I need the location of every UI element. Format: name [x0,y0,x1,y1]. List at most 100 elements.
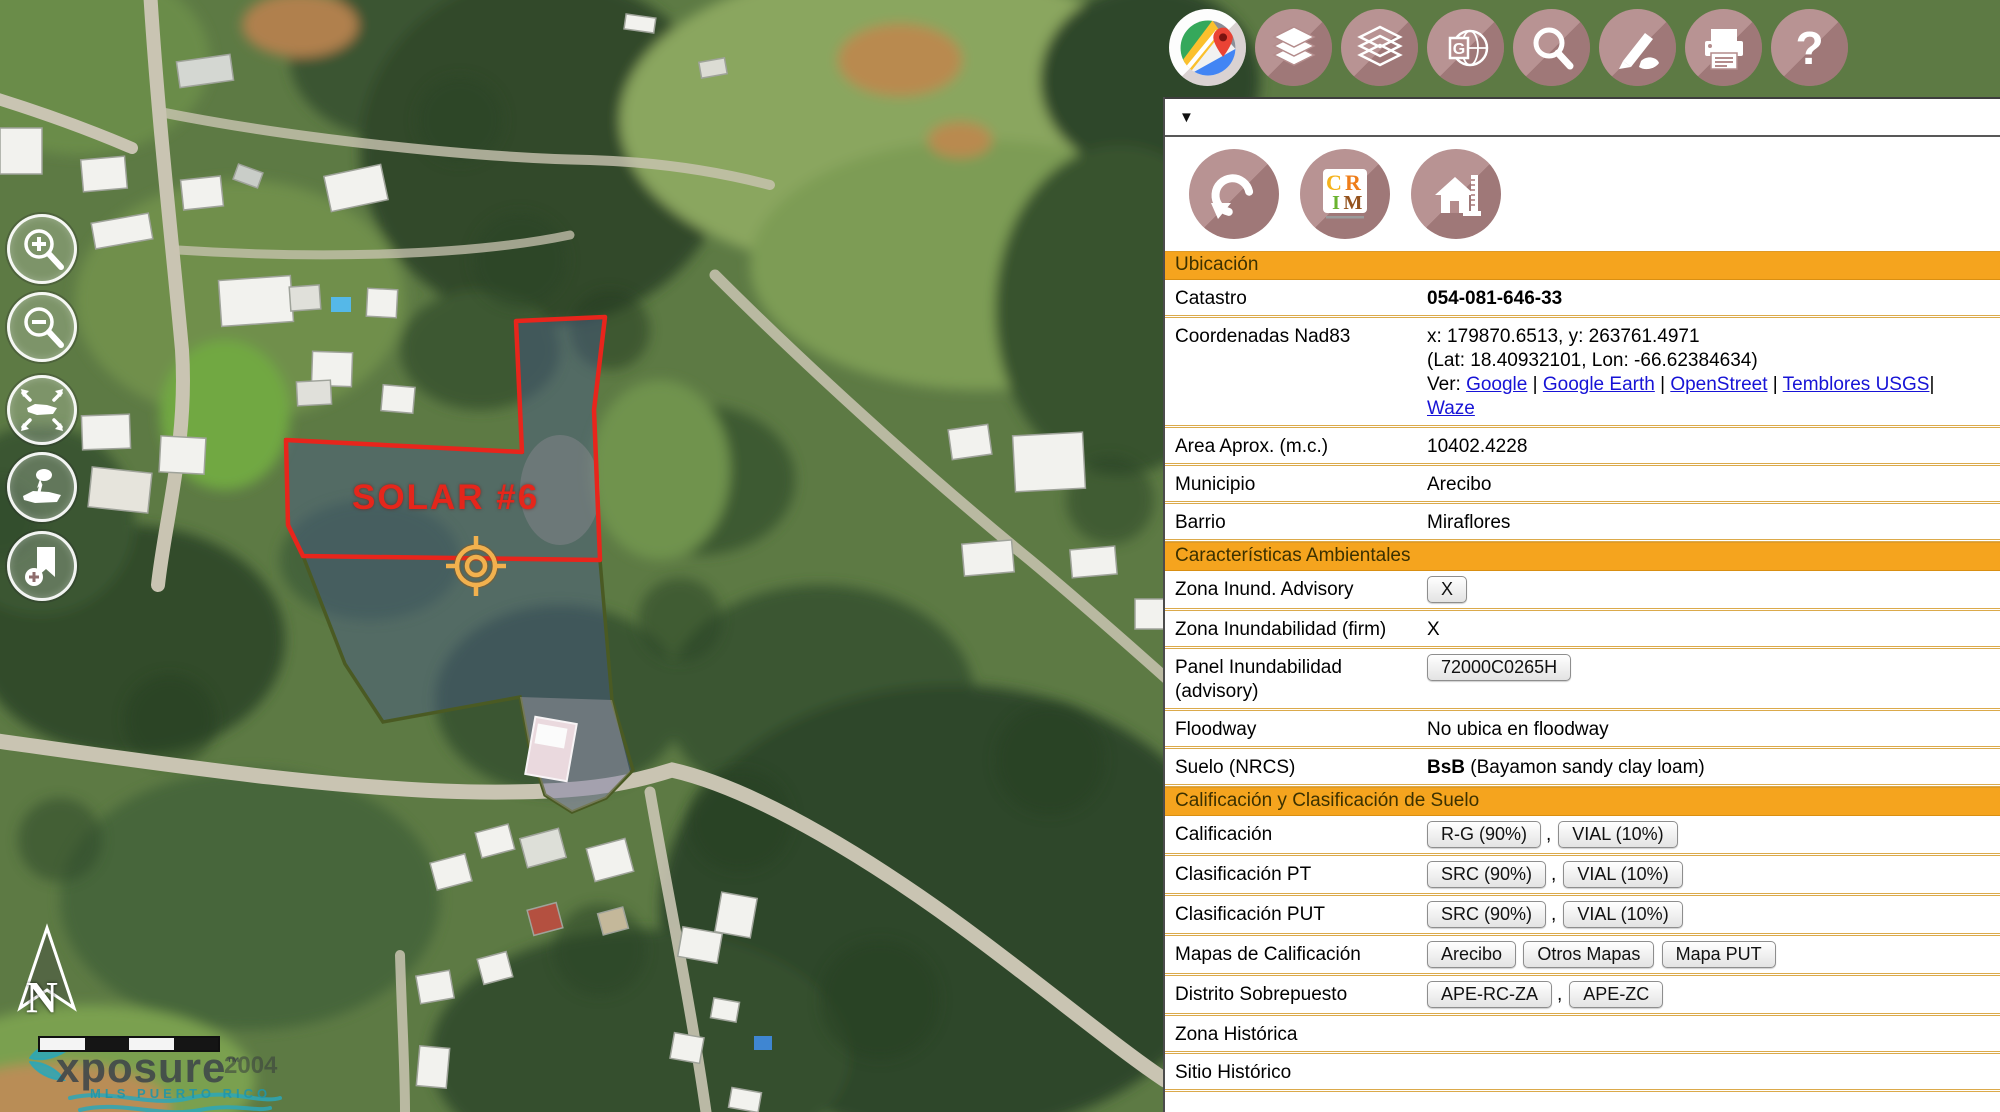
btn-x[interactable]: X [1427,576,1467,603]
btn-vial-10[interactable]: VIAL (10%) [1563,901,1682,928]
layers-outline-icon [1355,23,1405,73]
coords-xy: x: 179870.6513, y: 263761.4971 [1427,325,2000,349]
watermark-subtitle: MLS PUERTO RICO [90,1086,271,1101]
btn-mapa-put[interactable]: Mapa PUT [1662,941,1776,968]
pushpin-island-icon [13,458,71,516]
btn-72000c0265h[interactable]: 72000C0265H [1427,654,1571,681]
zoom-in-button[interactable] [7,214,77,284]
row-label: Suelo (NRCS) [1175,753,1427,780]
draw-pencil-icon [1611,21,1665,75]
table-row-floodway: FloodwayNo ubica en floodway [1165,711,2000,749]
row-label: Mapas de Calificación [1175,940,1427,967]
google-maps-button[interactable] [1169,9,1246,86]
zoom-in-icon [13,220,71,278]
btn-ape-rc-za[interactable]: APE-RC-ZA [1427,981,1552,1008]
table-row-clasificacion-pt: Clasificación PTSRC (90%),VIAL (10%) [1165,856,2000,896]
table-row-zona-inund-advisory: Zona Inund. AdvisoryX [1165,571,2000,611]
layers-filled-icon [1269,23,1319,73]
google-maps-icon [1177,17,1239,79]
draw-button[interactable] [1599,9,1676,86]
table-row-zona-inundabilidad-firm: Zona Inundabilidad (firm)X [1165,611,2000,649]
link-openstreet[interactable]: OpenStreet [1670,374,1767,395]
btn-vial-10[interactable]: VIAL (10%) [1558,821,1677,848]
full-extent-button[interactable] [7,375,77,445]
table-row-zona-historica: Zona Histórica [1165,1016,2000,1054]
search-icon [1525,21,1579,75]
search-button[interactable] [1513,9,1590,86]
svg-text:M: M [1344,192,1363,214]
row-label: Floodway [1175,715,1427,742]
table-row-suelo-nrcs: Suelo (NRCS)BsB (Bayamon sandy clay loam… [1165,749,2000,787]
pin-location-button[interactable] [7,452,77,522]
table-row-barrio: BarrioMiraflores [1165,504,2000,542]
link-google-earth[interactable]: Google Earth [1543,374,1655,395]
globe-g-icon: G [1440,22,1492,74]
row-label: Coordenadas Nad83 [1175,322,1427,349]
help-button[interactable]: ? [1771,9,1848,86]
section-header-caracteristicas-ambientales: Características Ambientales [1165,542,2000,571]
btn-src-90[interactable]: SRC (90%) [1427,901,1546,928]
row-value: Plan de Uso de TerrenosReglamento Conjun… [1427,1108,2000,1112]
row-value: APE-RC-ZA,APE-ZC [1427,980,2000,1009]
row-value: Arecibo [1427,470,2000,497]
table-row-panel-inundabilidad-advisory: Panel Inundabilidad (advisory)72000C0265… [1165,649,2000,711]
add-bookmark-button[interactable] [7,531,77,601]
crim-logo-icon: C R I M [1312,161,1378,227]
row-value: 10402.4228 [1427,432,2000,459]
row-label: Zona Inund. Advisory [1175,575,1427,602]
row-label: Distrito Sobrepuesto [1175,980,1427,1007]
house-measure-button[interactable] [1411,149,1501,239]
row-value: 72000C0265H [1427,653,2000,682]
table-row-reglamento-aplicable: Reglamento AplicablePlan de Uso de Terre… [1165,1092,2000,1112]
help-icon: ? [1795,21,1823,75]
table-row-coordenadas-nad83: Coordenadas Nad83x: 179870.6513, y: 2637… [1165,318,2000,428]
row-label: Catastro [1175,284,1427,311]
print-button[interactable] [1685,9,1762,86]
row-value: BsB (Bayamon sandy clay loam) [1427,753,2000,780]
property-detail-table: UbicaciónCatastro054-081-646-33Coordenad… [1165,251,2000,1112]
row-value: Arecibo Otros Mapas Mapa PUT [1427,940,2000,969]
history-arrow-button[interactable] [1189,149,1279,239]
parcel-label: SOLAR #6 [352,478,539,518]
bookmark-plus-icon [13,537,71,595]
row-label: Municipio [1175,470,1427,497]
panel-collapse-bar[interactable]: ▼ [1165,97,2000,137]
row-label: Zona Histórica [1175,1020,1427,1047]
value-text-bold: BsB [1427,757,1465,778]
row-value: R-G (90%),VIAL (10%) [1427,820,2000,849]
btn-r-g-90[interactable]: R-G (90%) [1427,821,1541,848]
zoom-out-button[interactable] [7,292,77,362]
table-row-clasificacion-put: Clasificación PUTSRC (90%),VIAL (10%) [1165,896,2000,936]
coords-latlon: (Lat: 18.40932101, Lon: -66.62384634) [1427,349,2000,373]
globe-gis-button[interactable]: G [1427,9,1504,86]
chevron-down-icon[interactable]: ▼ [1179,110,1194,125]
row-value: Miraflores [1427,508,2000,535]
btn-arecibo[interactable]: Arecibo [1427,941,1516,968]
main-toolbar: G ? [1169,9,1848,86]
row-value: SRC (90%), VIAL (10%) [1427,860,2000,889]
table-row-calificacion: CalificaciónR-G (90%),VIAL (10%) [1165,816,2000,856]
row-label: Panel Inundabilidad (advisory) [1175,653,1427,704]
full-extent-icon [13,381,71,439]
layers-outline-button[interactable] [1341,9,1418,86]
zoom-out-icon [13,298,71,356]
btn-vial-10[interactable]: VIAL (10%) [1563,861,1682,888]
layers-filled-button[interactable] [1255,9,1332,86]
svg-text:I: I [1332,192,1340,214]
btn-ape-zc[interactable]: APE-ZC [1569,981,1663,1008]
link-waze[interactable]: Waze [1427,398,1475,419]
comma-separator: , [1551,864,1556,885]
table-row-sitio-historico: Sitio Histórico [1165,1054,2000,1092]
row-value [1427,1020,2000,1023]
watermark-year: 2004 [224,1052,277,1080]
btn-src-90[interactable]: SRC (90%) [1427,861,1546,888]
crim-logo-button[interactable]: C R I M [1300,149,1390,239]
btn-otros-mapas[interactable]: Otros Mapas [1523,941,1654,968]
link-google[interactable]: Google [1466,374,1527,395]
row-value: 054-081-646-33 [1427,284,2000,311]
link-temblores-usgs[interactable]: Temblores USGS [1783,374,1930,395]
svg-text:G: G [1452,41,1464,58]
row-label: Clasificación PUT [1175,900,1427,927]
row-value [1427,1058,2000,1061]
row-value: x: 179870.6513, y: 263761.4971(Lat: 18.4… [1427,322,2000,421]
